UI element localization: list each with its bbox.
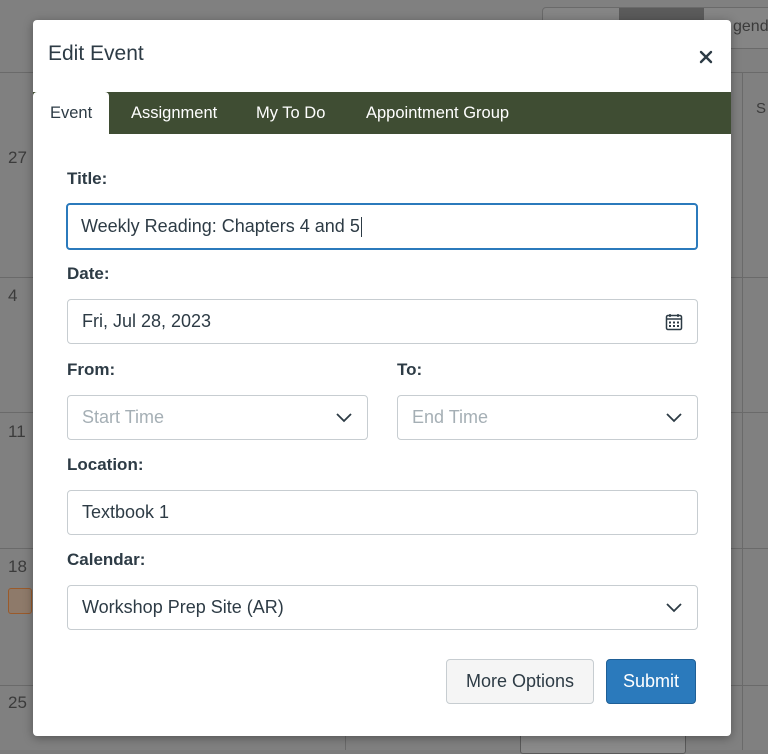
from-label: From: xyxy=(67,360,116,379)
location-input-value: Textbook 1 xyxy=(82,502,170,522)
date-label: Date: xyxy=(67,264,110,283)
title-input-value: Weekly Reading: Chapters 4 and 5 xyxy=(81,216,360,236)
tab-event[interactable]: Event xyxy=(33,92,110,136)
date-input-value: Fri, Jul 28, 2023 xyxy=(82,311,212,331)
to-label: To: xyxy=(397,360,423,379)
calendar-day-number: 27 xyxy=(8,148,27,167)
tab-appointment-group[interactable]: Appointment Group xyxy=(366,92,509,134)
chevron-down-icon xyxy=(665,412,683,424)
location-input[interactable]: Textbook 1 xyxy=(67,490,698,535)
dialog-header: Edit Event xyxy=(33,20,731,91)
calendar-day-number: 18 xyxy=(8,557,27,576)
submit-button[interactable]: Submit xyxy=(606,659,696,704)
title-label: Title: xyxy=(67,169,108,188)
end-time-select[interactable]: End Time xyxy=(397,395,698,440)
dialog-title: Edit Event xyxy=(48,42,144,65)
close-button[interactable] xyxy=(693,44,719,70)
event-type-tabs: Event Assignment My To Do Appointment Gr… xyxy=(33,92,731,136)
more-options-button[interactable]: More Options xyxy=(446,659,594,704)
title-input[interactable]: Weekly Reading: Chapters 4 and 5 xyxy=(66,203,698,250)
agenda-view-label: genda xyxy=(733,18,768,35)
date-input[interactable]: Fri, Jul 28, 2023 xyxy=(67,299,698,344)
calendar-day-number: 25 xyxy=(8,693,27,712)
calendar-weekday-header: S xyxy=(756,100,767,117)
calendar-col-divider xyxy=(742,72,743,750)
start-time-select[interactable]: Start Time xyxy=(67,395,368,440)
calendar-day-number: 4 xyxy=(8,286,18,305)
close-icon xyxy=(699,50,713,64)
calendar-day-number: 11 xyxy=(8,422,26,441)
calendar-icon[interactable] xyxy=(665,313,683,331)
end-time-placeholder: End Time xyxy=(412,407,489,427)
chevron-down-icon xyxy=(665,602,683,614)
edit-event-dialog: Edit Event Event Assignment My To Do App… xyxy=(33,20,731,736)
calendar-select[interactable]: Workshop Prep Site (AR) xyxy=(67,585,698,630)
text-caret xyxy=(360,216,362,237)
tab-my-to-do[interactable]: My To Do xyxy=(256,92,325,134)
calendar-event-icon xyxy=(8,588,32,614)
location-label: Location: xyxy=(67,455,144,474)
calendar-label: Calendar: xyxy=(67,550,146,569)
calendar-select-value: Workshop Prep Site (AR) xyxy=(82,597,284,617)
chevron-down-icon xyxy=(335,412,353,424)
start-time-placeholder: Start Time xyxy=(82,407,165,427)
tab-assignment[interactable]: Assignment xyxy=(131,92,217,134)
